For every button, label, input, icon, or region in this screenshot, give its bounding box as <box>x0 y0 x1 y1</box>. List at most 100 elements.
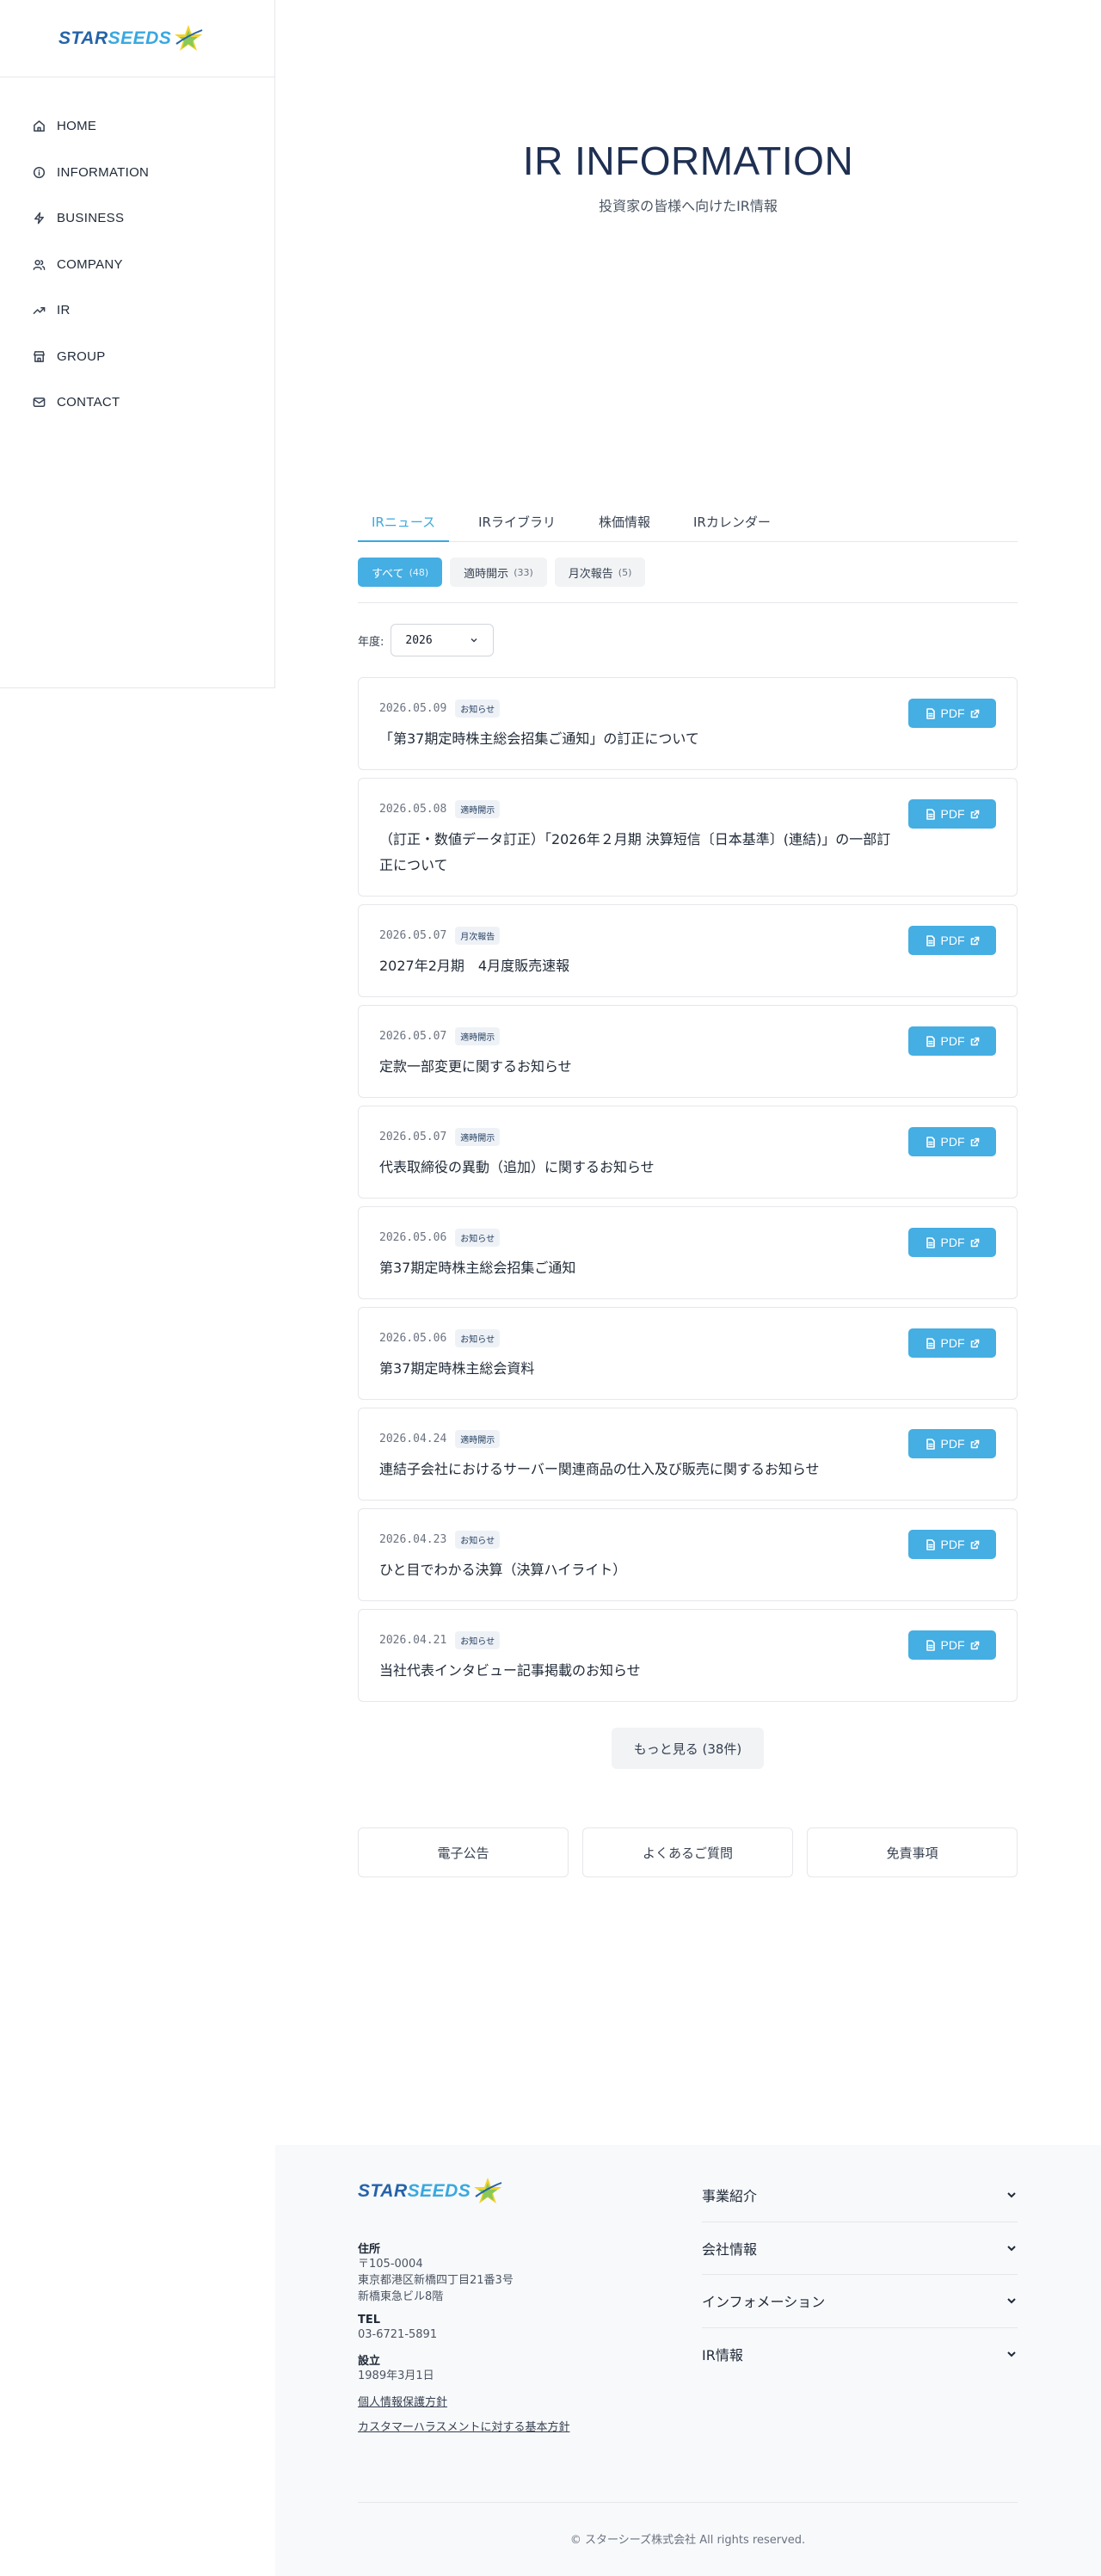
footer-menu-label: IR情報 <box>702 2347 743 2364</box>
news-date: 2026.05.08 <box>379 802 447 816</box>
pdf-button[interactable]: PDF <box>908 1429 996 1458</box>
nav-item-label: IR <box>57 303 71 318</box>
external-link-icon <box>970 1540 979 1549</box>
document-icon <box>926 1035 935 1047</box>
link-faq[interactable]: よくあるご質問 <box>582 1827 793 1877</box>
news-item[interactable]: 2026.05.07 適時開示 定款一部変更に関するお知らせ PDF <box>358 1005 1018 1098</box>
chevron-down-icon <box>1007 2246 1016 2252</box>
news-item[interactable]: 2026.05.09 お知らせ 「第37期定時株主総会招集ご通知」の訂正について … <box>358 677 1018 770</box>
tab-ir-calendar[interactable]: IRカレンダー <box>680 504 784 542</box>
logo-star-icon <box>474 2178 502 2203</box>
pdf-button[interactable]: PDF <box>908 799 996 829</box>
external-link-icon <box>970 1137 979 1146</box>
pdf-label: PDF <box>940 1538 965 1551</box>
news-date: 2026.05.09 <box>379 701 447 715</box>
pdf-button[interactable]: PDF <box>908 1026 996 1056</box>
news-category-badge: お知らせ <box>455 1530 501 1549</box>
nav-item-contact[interactable]: CONTACT <box>0 379 274 426</box>
nav-item-label: BUSINESS <box>57 211 125 226</box>
external-link-icon <box>970 1238 979 1247</box>
nav-item-company[interactable]: COMPANY <box>0 242 274 288</box>
news-list: 2026.05.09 お知らせ 「第37期定時株主総会招集ご通知」の訂正について … <box>358 677 1018 1702</box>
nav-item-information[interactable]: INFORMATION <box>0 150 274 196</box>
footer-menu-ir[interactable]: IR情報 <box>702 2328 1018 2382</box>
document-icon <box>926 1538 935 1550</box>
pdf-label: PDF <box>940 807 965 821</box>
pdf-label: PDF <box>940 1638 965 1652</box>
founded-label: 設立 <box>358 2355 381 2368</box>
news-item[interactable]: 2026.05.07 適時開示 代表取締役の異動（追加）に関するお知らせ PDF <box>358 1106 1018 1199</box>
load-more-button[interactable]: もっと見る (38件) <box>611 1728 765 1769</box>
pdf-button[interactable]: PDF <box>908 1630 996 1660</box>
news-item[interactable]: 2026.04.21 お知らせ 当社代表インタビュー記事掲載のお知らせ PDF <box>358 1609 1018 1702</box>
link-electronic-notice[interactable]: 電子公告 <box>358 1827 569 1877</box>
address-line: 東京都港区新橋四丁目21番3号 <box>358 2274 514 2287</box>
filter-label: 適時開示 <box>464 567 509 581</box>
news-category-badge: 適時開示 <box>455 1127 501 1146</box>
news-title[interactable]: 2027年2月期 4月度販売速報 <box>379 953 895 979</box>
pdf-label: PDF <box>940 934 965 947</box>
news-title[interactable]: 連結子会社におけるサーバー関連商品の仕入及び販売に関するお知らせ <box>379 1457 895 1482</box>
filter-all[interactable]: すべて (48) <box>358 558 443 587</box>
tab-ir-library[interactable]: IRライブラリ <box>464 504 569 542</box>
external-link-icon <box>970 1641 979 1649</box>
harassment-policy-link[interactable]: カスタマーハラスメントに対する基本方針 <box>358 2418 667 2434</box>
tab-ir-news[interactable]: IRニュース <box>358 504 450 542</box>
news-title[interactable]: 第37期定時株主総会招集ご通知 <box>379 1255 895 1281</box>
pdf-button[interactable]: PDF <box>908 699 996 728</box>
link-disclaimer[interactable]: 免責事項 <box>807 1827 1018 1877</box>
news-item[interactable]: 2026.05.08 適時開示 （訂正・数値データ訂正）「2026年２月期 決算短… <box>358 778 1018 897</box>
filter-timely-disclosure[interactable]: 適時開示 (33) <box>450 558 547 587</box>
document-icon <box>926 1337 935 1349</box>
filter-monthly-report[interactable]: 月次報告 (5) <box>554 558 646 587</box>
news-title[interactable]: 当社代表インタビュー記事掲載のお知らせ <box>379 1658 895 1684</box>
footer-menu-business[interactable]: 事業紹介 <box>702 2169 1018 2222</box>
filter-count: (48) <box>409 566 429 578</box>
news-item[interactable]: 2026.05.07 月次報告 2027年2月期 4月度販売速報 PDF <box>358 904 1018 997</box>
news-title[interactable]: 定款一部変更に関するお知らせ <box>379 1054 895 1080</box>
nav-item-group[interactable]: GROUP <box>0 334 274 380</box>
news-category-badge: お知らせ <box>455 699 501 718</box>
news-category-badge: お知らせ <box>455 1630 501 1649</box>
pdf-button[interactable]: PDF <box>908 1127 996 1156</box>
document-icon <box>926 1639 935 1651</box>
news-title[interactable]: 代表取締役の異動（追加）に関するお知らせ <box>379 1155 895 1180</box>
news-title[interactable]: 「第37期定時株主総会招集ご通知」の訂正について <box>379 726 895 752</box>
news-category-badge: 月次報告 <box>455 926 501 945</box>
pdf-button[interactable]: PDF <box>908 1328 996 1358</box>
nav-item-home[interactable]: HOME <box>0 103 274 150</box>
footer-menu-information[interactable]: インフォメーション <box>702 2275 1018 2328</box>
page-subtitle: 投資家の皆様へ向けたIR情報 <box>599 198 778 214</box>
news-item[interactable]: 2026.05.06 お知らせ 第37期定時株主総会資料 PDF <box>358 1307 1018 1400</box>
news-item[interactable]: 2026.04.24 適時開示 連結子会社におけるサーバー関連商品の仕入及び販売に… <box>358 1408 1018 1501</box>
pdf-button[interactable]: PDF <box>908 1228 996 1257</box>
news-item[interactable]: 2026.04.23 お知らせ ひと目でわかる決算（決算ハイライト） PDF <box>358 1508 1018 1601</box>
bolt-icon <box>34 212 44 225</box>
news-date: 2026.05.06 <box>379 1230 447 1244</box>
news-date: 2026.05.07 <box>379 1029 447 1043</box>
news-item[interactable]: 2026.05.06 お知らせ 第37期定時株主総会招集ご通知 PDF <box>358 1206 1018 1299</box>
nav-item-business[interactable]: BUSINESS <box>0 195 274 242</box>
load-more-wrap: もっと見る (38件) <box>358 1728 1018 1769</box>
pdf-button[interactable]: PDF <box>908 926 996 955</box>
pdf-button[interactable]: PDF <box>908 1530 996 1559</box>
pdf-label: PDF <box>940 1135 965 1149</box>
pdf-label: PDF <box>940 706 965 720</box>
footer-logo[interactable]: STARSEEDS <box>358 2176 503 2207</box>
info-icon <box>33 166 46 178</box>
footer: STARSEEDS 住所 〒105-0004 東京都港区新橋四丁目21番3号 新… <box>275 2145 1101 2576</box>
main-nav: HOME INFORMATION BUSINESS COMPANY IR GRO… <box>0 77 274 426</box>
news-title[interactable]: ひと目でわかる決算（決算ハイライト） <box>379 1557 895 1583</box>
news-title[interactable]: 第37期定時株主総会資料 <box>379 1356 895 1382</box>
news-title[interactable]: （訂正・数値データ訂正）「2026年２月期 決算短信〔日本基準〕(連結)」の一部… <box>379 827 895 878</box>
tab-stock-info[interactable]: 株価情報 <box>585 504 664 542</box>
nav-item-label: COMPANY <box>57 256 123 272</box>
privacy-policy-link[interactable]: 個人情報保護方針 <box>358 2393 667 2409</box>
year-select[interactable]: 2026 <box>391 624 495 656</box>
nav-item-label: CONTACT <box>57 395 120 410</box>
nav-item-ir[interactable]: IR <box>0 287 274 334</box>
chevron-down-icon <box>1007 2298 1016 2304</box>
logo[interactable]: STARSEEDS <box>0 0 274 77</box>
footer-menu-company[interactable]: 会社情報 <box>702 2222 1018 2275</box>
news-date: 2026.04.24 <box>379 1432 447 1445</box>
